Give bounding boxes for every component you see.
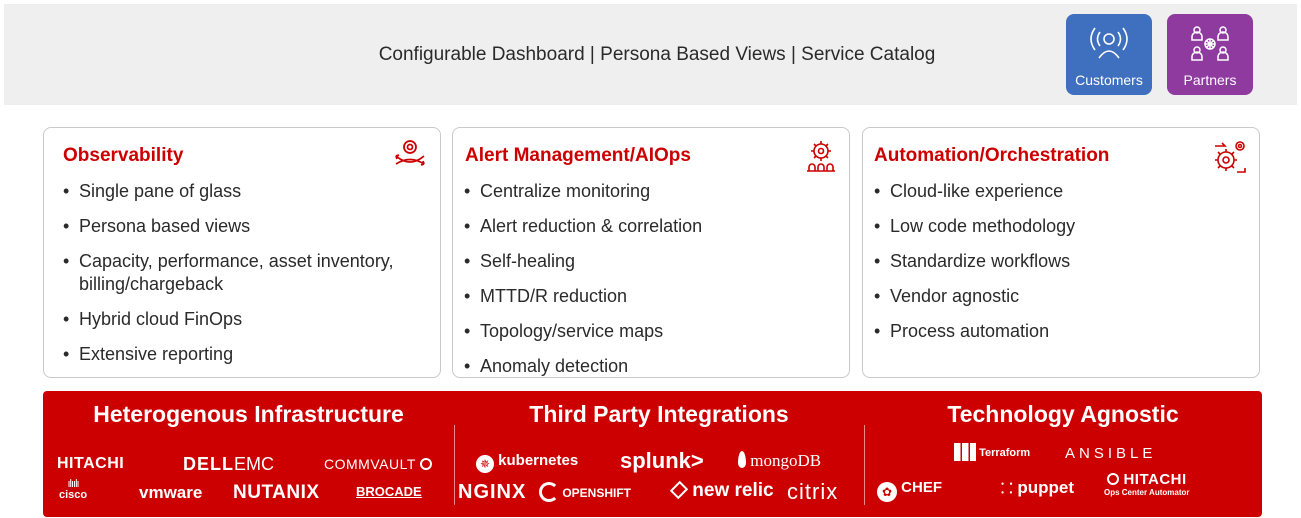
nutanix-logo: NUTANIX xyxy=(233,482,320,503)
brocade-logo: BROCADE xyxy=(356,484,422,499)
card-title: Observability xyxy=(63,145,184,166)
list-item: Extensive reporting xyxy=(63,343,423,366)
section-title: Heterogenous Infrastructure xyxy=(93,401,404,427)
section-divider xyxy=(864,425,865,505)
commvault-icon xyxy=(420,458,433,470)
integrations-band: Heterogenous Infrastructure Third Party … xyxy=(43,391,1262,517)
kubernetes-text: kubernetes xyxy=(498,452,579,469)
hitachi-icon xyxy=(1106,473,1119,485)
persona-customers[interactable]: Customers xyxy=(1066,14,1152,95)
terraform-text: Terraform xyxy=(979,447,1031,459)
chef-icon: ✿ xyxy=(877,482,897,502)
card-title: Automation/Orchestration xyxy=(874,145,1110,166)
terraform-icon xyxy=(954,443,976,461)
person-broadcast-icon xyxy=(1090,27,1128,59)
list-item: Single pane of glass xyxy=(63,180,423,203)
terraform-logo: Terraform xyxy=(954,443,1030,461)
list-item: Persona based views xyxy=(63,215,423,238)
hitachi-text: HITACHI xyxy=(1123,471,1187,488)
section-divider xyxy=(454,425,455,505)
puppet-text: puppet xyxy=(1017,478,1074,497)
list-item: Vendor agnostic xyxy=(874,285,1234,308)
puppet-logo: ⸬ puppet xyxy=(1001,478,1074,498)
kubernetes-icon: ✵ xyxy=(476,455,494,473)
hitachi-logo: HITACHI xyxy=(57,455,125,472)
vmware-logo: vmware xyxy=(139,483,203,502)
dell-text: DELL xyxy=(183,454,234,474)
commvault-text: COMMVAULT xyxy=(324,456,416,472)
new-relic-icon xyxy=(669,480,689,500)
cisco-logo: ılıılı cisco xyxy=(59,479,87,501)
list-item: Centralize monitoring xyxy=(464,180,824,203)
splunk-logo: splunk> xyxy=(620,448,704,473)
list-item: Standardize workflows xyxy=(874,250,1234,273)
list-item: MTTD/R reduction xyxy=(464,285,824,308)
feature-list: Single pane of glass Persona based views… xyxy=(63,180,423,378)
persona-label: Customers xyxy=(1075,72,1143,88)
mongodb-leaf-icon xyxy=(738,451,746,468)
openshift-icon xyxy=(539,482,559,502)
automation-card: Automation/Orchestration Cloud-like expe… xyxy=(862,127,1260,378)
openshift-logo: OPENSHIFT xyxy=(539,482,631,502)
card-title: Alert Management/AIOps xyxy=(465,145,691,166)
list-item: Process automation xyxy=(874,320,1234,343)
list-item: Capacity, performance, asset inventory, … xyxy=(63,250,423,296)
section-title: Third Party Integrations xyxy=(529,401,789,427)
alert-management-card: Alert Management/AIOps Centralize monito… xyxy=(452,127,850,378)
persona-partners[interactable]: Partners xyxy=(1167,14,1253,95)
openshift-text: OPENSHIFT xyxy=(562,486,632,500)
feature-list: Cloud-like experience Low code methodolo… xyxy=(874,180,1234,355)
list-item: Anomaly detection xyxy=(464,355,824,378)
mongodb-text: mongoDB xyxy=(750,451,822,470)
ansible-logo: ANSIBLE xyxy=(1065,445,1157,462)
list-item: Alert reduction & correlation xyxy=(464,215,824,238)
persona-label: Partners xyxy=(1183,72,1237,88)
list-item: Cloud-like experience xyxy=(874,180,1234,203)
chef-text: CHEF xyxy=(901,479,943,496)
dell-emc-logo: DELLEMC xyxy=(183,454,274,475)
eye-cycle-icon xyxy=(395,140,425,166)
new-relic-logo: new relic xyxy=(669,480,774,502)
puppet-icon: ⸬ xyxy=(1001,480,1013,496)
mongodb-logo: mongoDB xyxy=(738,451,821,471)
kubernetes-logo: ✵ kubernetes xyxy=(476,452,578,473)
hitachi-ops-center-logo: HITACHI Ops Center Automator xyxy=(1104,471,1190,497)
feature-list: Centralize monitoring Alert reduction & … xyxy=(464,180,824,390)
gear-team-icon xyxy=(807,141,835,172)
section-title: Technology Agnostic xyxy=(947,401,1179,427)
list-item: Topology/service maps xyxy=(464,320,824,343)
chef-logo: ✿ CHEF xyxy=(877,479,942,502)
banner-text: Configurable Dashboard | Persona Based V… xyxy=(378,43,936,65)
ops-center-text: Ops Center Automator xyxy=(1104,488,1190,497)
citrix-logo: citrix xyxy=(787,479,839,504)
nginx-logo: NGINX xyxy=(458,481,527,503)
partner-network-icon xyxy=(1191,26,1229,61)
commvault-logo: COMMVAULT xyxy=(324,456,433,472)
cisco-text: cisco xyxy=(59,489,88,501)
gear-automation-icon xyxy=(1215,141,1246,173)
list-item: Hybrid cloud FinOps xyxy=(63,308,423,331)
new-relic-text: new relic xyxy=(692,480,774,501)
observability-card: Observability Single pane of glass Perso… xyxy=(43,127,441,378)
list-item: Self-healing xyxy=(464,250,824,273)
emc-text: EMC xyxy=(234,454,274,474)
list-item: Low code methodology xyxy=(874,215,1234,238)
